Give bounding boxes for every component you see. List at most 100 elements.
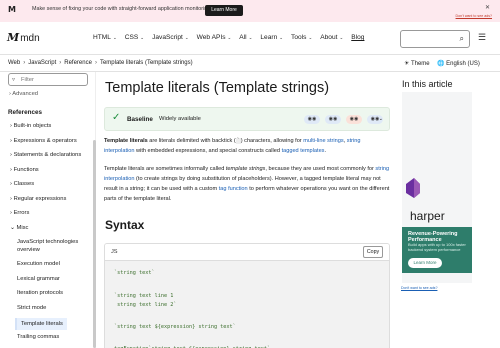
ad-brand: harper [410,209,445,223]
sidebar-item[interactable]: ⌄ Misc [10,225,28,231]
banner-learn-more-button[interactable]: Learn More [205,5,243,16]
chevron-right-icon: › [10,123,12,129]
ad-text: Build apps with up to 100x faster backen… [408,242,466,252]
syntax-heading: Syntax [105,218,145,232]
chevron-down-icon: ⌄ [112,35,117,40]
breadcrumb-item[interactable]: Template literals (Template strings) [100,60,193,66]
nav-item-html[interactable]: HTML ⌄ [93,34,117,41]
sidebar-item[interactable]: › Statements & declarations [10,152,81,158]
chevron-down-icon[interactable]: ⌄ [379,116,383,122]
main-nav: Mmdn HTML ⌄ CSS ⌄ JavaScript ⌄ Web APIs ⌄ All ⌄ Le… [0,22,500,55]
close-icon[interactable]: ✕ [485,4,490,11]
sidebar-item[interactable]: › Built-in objects [10,123,51,129]
sidebar-item[interactable]: › Classes [10,181,34,187]
chevron-right-icon: › [10,210,12,216]
multi-line-strings-link[interactable]: multi-line strings [303,138,343,144]
firefox-icon: ◉◉ [346,115,362,124]
chevron-right-icon: › [10,152,12,158]
nav-item-web-apis[interactable]: Web APIs ⌄ [197,34,232,41]
chevron-right-icon: › [10,166,12,173]
nav-item-javascript[interactable]: JavaScript ⌄ [152,34,189,41]
sidebar-sub-item[interactable]: Strict mode [17,304,46,312]
sidebar: ▿ Filter › Advanced References › Built-i… [0,72,96,348]
banner-message: Make sense of fixing your code with stra… [32,6,212,12]
sidebar-sub-item[interactable]: Lexical grammar [17,275,60,283]
menu-icon[interactable]: ☰ [478,32,486,43]
sidebar-sub-item[interactable]: Template literals [15,318,67,330]
sidebar-filter-input[interactable]: ▿ Filter [8,73,88,86]
sidebar-item[interactable]: › Expressions & operators [10,138,77,144]
code-line: `string text ${expression} string text` [114,324,236,330]
sidebar-scrollbar[interactable] [93,140,96,348]
filter-icon: ▿ [12,77,16,83]
code-line: `string text line 1 [114,293,174,299]
chevron-down-icon: ⌄ [184,35,189,40]
checkmark-icon: ✓ [112,112,121,123]
chevron-right-icon: › [23,60,26,66]
breadcrumb-item[interactable]: Web [8,60,20,66]
baseline-label: Baseline [127,116,153,123]
mdn-m-icon: M [8,5,16,14]
chevron-right-icon: › [10,195,12,202]
breadcrumb-item[interactable]: JavaScript [28,60,56,66]
intro-paragraph: Template literals are literals delimited… [104,138,361,154]
sidebar-sub-item[interactable]: JavaScript technologies overview [17,238,91,254]
chevron-down-icon: ⌄ [140,35,145,40]
nav-item-tools[interactable]: Tools ⌄ [291,34,312,41]
chevron-down-icon: ⌄ [10,224,15,231]
sidebar-sub-item[interactable]: Trailing commas [17,333,59,341]
mdn-logo[interactable]: Mmdn [7,31,40,44]
chrome-edge-icon: ◉◉ [304,115,320,124]
language-selector[interactable]: 🌐 English (US) [437,60,480,67]
chevron-down-icon: ⌄ [308,35,313,40]
sidebar-sub-item[interactable]: Execution model [17,260,60,268]
breadcrumb-item[interactable]: Reference [64,60,92,66]
sidebar-sub-item[interactable]: Iteration protocols [17,289,63,297]
nav-item-css[interactable]: CSS ⌄ [125,34,144,41]
ad-learn-more-button[interactable]: Learn More [408,258,442,268]
sidebar-advanced-toggle[interactable]: › Advanced [9,91,38,97]
banner-dont-want-ads-link[interactable]: Don't want to see ads? [456,14,492,18]
search-input[interactable]: ⌕ [400,30,470,48]
sidebar-item[interactable]: › Functions [10,167,39,173]
page-title: Template literals (Template strings) [105,80,330,96]
theme-toggle[interactable]: ☀ Theme [404,60,430,67]
code-line: `string text` [114,270,155,276]
nav-menu: HTML ⌄ CSS ⌄ JavaScript ⌄ Web APIs ⌄ All ⌄ Learn ⌄ T… [93,34,372,41]
nav-item-learn[interactable]: Learn ⌄ [260,34,283,41]
code-block: JS Copy `string text` `string text line 1… [104,243,390,348]
chevron-right-icon: › [59,60,62,66]
sidebar-ad[interactable]: harper Revenue-Powering Performance Buil… [402,92,472,283]
chevron-down-icon: ⌄ [339,35,344,40]
tagged-templates-link[interactable]: tagged templates [282,148,325,154]
baseline-banner[interactable]: ✓ Baseline Widely available ◉◉ ◉◉ ◉◉ ◉◉ … [104,107,390,131]
ad-graphic [402,92,472,227]
sidebar-item[interactable]: › Errors [10,210,29,216]
edge-icon: ◉◉ [325,115,341,124]
baseline-status: Widely available [159,116,201,122]
nav-item-all[interactable]: All ⌄ [239,34,252,41]
chevron-down-icon: ⌄ [227,35,232,40]
article: Template literals (Template strings) ✓ B… [104,72,394,348]
chevron-down-icon: ⌄ [248,35,253,40]
code-language-label: JS [111,249,118,255]
copy-button[interactable]: Copy [363,246,383,258]
breadcrumb-bar: Web › JavaScript › Reference › Template litera… [0,55,500,72]
sidebar-item[interactable]: › Regular expressions [10,196,66,202]
description-paragraph: Template literals are sometimes informal… [104,166,390,202]
promo-banner: M Make sense of fixing your code with st… [0,0,500,22]
search-icon: ⌕ [459,34,464,43]
code-line: string text line 2` [114,302,177,308]
breadcrumb: Web › JavaScript › Reference › Template litera… [8,60,196,66]
chevron-down-icon: ⌄ [279,35,284,40]
browser-support-icons: ◉◉ ◉◉ ◉◉ ◉◉ [304,115,383,124]
ad-dont-want-ads-link[interactable]: Don't want to see ads? [401,286,437,290]
chevron-right-icon: › [10,181,12,187]
chevron-right-icon: › [10,137,12,144]
toc-heading: In this article [402,79,453,89]
nav-item-about[interactable]: About ⌄ [320,34,343,41]
code-block-header: JS Copy [105,244,389,261]
tag-function-link[interactable]: tag function [219,186,248,192]
sidebar-references-heading: References [8,109,42,116]
nav-item-blog[interactable]: Blog [351,34,364,41]
